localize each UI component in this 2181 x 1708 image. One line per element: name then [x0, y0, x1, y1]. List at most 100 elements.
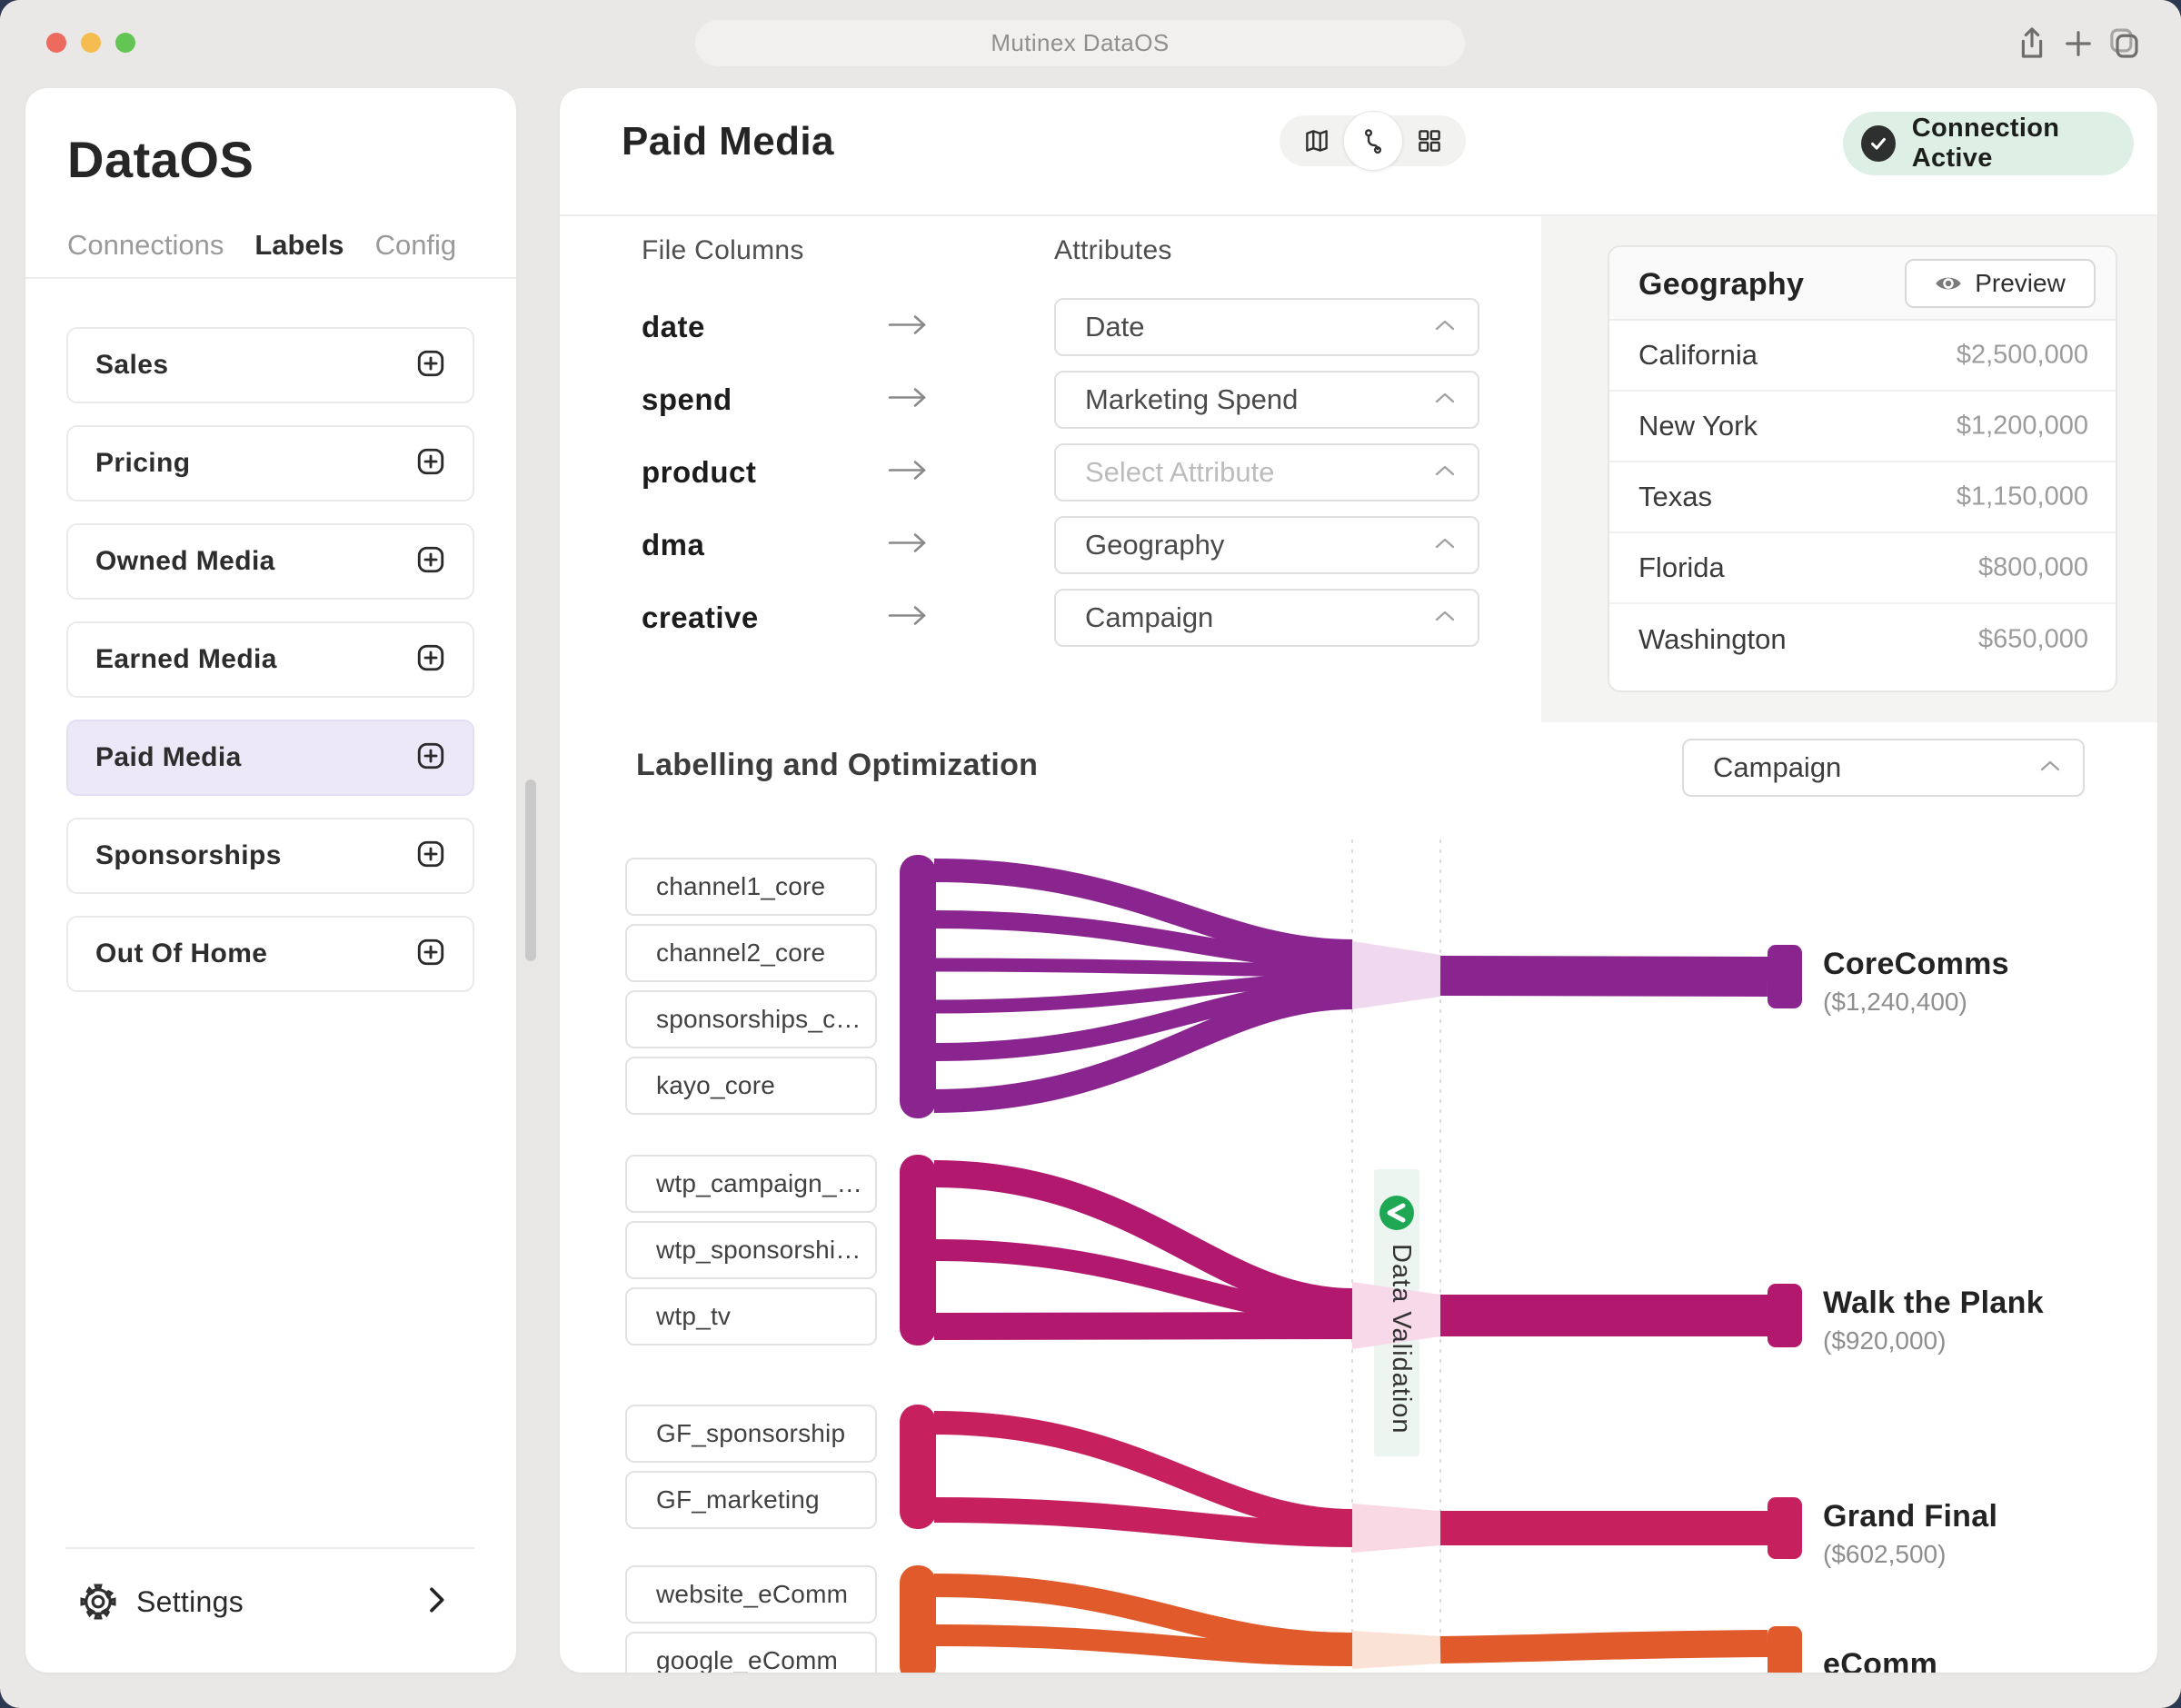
sidebar-item-owned-media[interactable]: Owned Media — [66, 523, 474, 600]
source-node-bar[interactable] — [900, 1155, 936, 1346]
sidebar: DataOS Connections Labels Config Sales P… — [25, 88, 516, 1673]
settings-divider — [65, 1547, 474, 1549]
sidebar-item-earned-media[interactable]: Earned Media — [66, 621, 474, 698]
map-view-icon[interactable] — [1303, 127, 1330, 154]
add-label-icon[interactable] — [414, 936, 447, 973]
sidebar-item-pricing[interactable]: Pricing — [66, 425, 474, 501]
preview-button[interactable]: Preview — [1905, 259, 2096, 308]
attribute-select[interactable]: Date — [1054, 298, 1479, 356]
source-chip[interactable]: google_eComm — [625, 1632, 877, 1673]
merged-flow[interactable] — [1440, 976, 1768, 977]
validation-merge-zone — [1352, 941, 1440, 1009]
sidebar-tabs: Connections Labels Config — [67, 229, 456, 262]
chevron-right-icon — [418, 1582, 454, 1623]
sidebar-item-paid-media[interactable]: Paid Media — [66, 720, 474, 796]
gear-icon — [78, 1582, 118, 1626]
target-label: eComm — [1823, 1647, 1937, 1673]
file-column-name: creative — [642, 601, 759, 635]
attribute-select[interactable]: Geography — [1054, 516, 1479, 574]
validation-merge-zone — [1352, 1631, 1440, 1669]
arrow-right-icon — [887, 531, 929, 560]
window-title: Mutinex DataOS — [695, 20, 1465, 66]
mapping-row: spend Marketing Spend — [560, 363, 1559, 436]
chevron-up-icon — [1434, 392, 1456, 409]
source-chip[interactable]: wtp_campaign_… — [625, 1155, 877, 1213]
arrow-right-icon — [887, 386, 929, 414]
attribute-select[interactable]: Campaign — [1054, 589, 1479, 647]
attribute-select[interactable]: Select Attribute — [1054, 443, 1479, 501]
geography-row: Florida $800,000 — [1609, 533, 2116, 604]
grid-view-icon[interactable] — [1416, 127, 1443, 154]
share-icon[interactable] — [2013, 25, 2051, 63]
settings-row[interactable]: Settings — [25, 1567, 516, 1636]
validation-check-icon[interactable] — [1379, 1196, 1414, 1230]
source-chip[interactable]: kayo_core — [625, 1057, 877, 1115]
file-column-name: spend — [642, 382, 732, 417]
attributes-header: Attributes — [1054, 235, 1172, 266]
chevron-up-icon — [1434, 464, 1456, 482]
tab-config[interactable]: Config — [375, 229, 457, 262]
zoom-window-button[interactable] — [115, 33, 135, 53]
close-window-button[interactable] — [46, 33, 66, 53]
target-node-bar[interactable] — [1768, 1626, 1802, 1673]
source-chip[interactable]: GF_sponsorship — [625, 1405, 877, 1463]
tab-overview-icon[interactable] — [2105, 25, 2143, 63]
add-label-icon[interactable] — [414, 838, 447, 875]
check-icon — [1861, 125, 1896, 162]
merged-flow[interactable] — [1440, 1643, 1768, 1650]
source-chip[interactable]: website_eComm — [625, 1565, 877, 1624]
sidebar-scrollbar-thumb[interactable] — [525, 780, 536, 961]
arrow-right-icon — [887, 604, 929, 632]
flow-view-icon[interactable] — [1359, 127, 1387, 154]
source-chip[interactable]: wtp_tv — [625, 1287, 877, 1346]
section-title: Labelling and Optimization — [636, 748, 1038, 783]
target-node-bar[interactable] — [1768, 1284, 1802, 1347]
add-label-icon[interactable] — [414, 641, 447, 679]
arrow-right-icon — [887, 459, 929, 487]
attribute-select[interactable]: Marketing Spend — [1054, 371, 1479, 429]
target-label: Walk the Plank ($920,000) — [1823, 1286, 2044, 1355]
source-node-bar[interactable] — [900, 855, 936, 1118]
add-label-icon[interactable] — [414, 445, 447, 482]
source-chip[interactable]: sponsorships_c… — [625, 990, 877, 1048]
sidebar-item-sales[interactable]: Sales — [66, 327, 474, 403]
geography-card: Geography Preview California $2,500,000 … — [1608, 245, 2117, 692]
flow-group-corecomms[interactable] — [934, 870, 1352, 1101]
geography-row: Texas $1,150,000 — [1609, 462, 2116, 533]
target-node-bar[interactable] — [1768, 1497, 1802, 1559]
add-label-icon[interactable] — [414, 740, 447, 777]
sidebar-item-sponsorships[interactable]: Sponsorships — [66, 818, 474, 894]
validation-merge-zone — [1352, 1504, 1440, 1553]
mapping-row: product Select Attribute — [560, 436, 1559, 509]
geography-card-header: Geography Preview — [1609, 247, 2116, 321]
add-label-icon[interactable] — [414, 543, 447, 581]
source-node-bar[interactable] — [900, 1565, 936, 1673]
sidebar-divider — [25, 277, 516, 279]
tab-connections[interactable]: Connections — [67, 229, 224, 262]
geography-row: California $2,500,000 — [1609, 321, 2116, 392]
app-window: Mutinex DataOS DataOS Connections Labels… — [0, 0, 2181, 1708]
geography-title: Geography — [1638, 267, 1804, 303]
mapping-row: dma Geography — [560, 509, 1559, 581]
source-chip[interactable]: wtp_sponsorshi… — [625, 1221, 877, 1279]
sidebar-item-out-of-home[interactable]: Out Of Home — [66, 916, 474, 992]
source-chip[interactable]: channel2_core — [625, 924, 877, 982]
source-chip[interactable]: channel1_core — [625, 858, 877, 916]
target-label: CoreComms ($1,240,400) — [1823, 947, 2009, 1017]
source-node-bar[interactable] — [900, 1405, 936, 1529]
new-tab-icon[interactable] — [2059, 25, 2097, 63]
chevron-up-icon — [1434, 610, 1456, 627]
target-node-bar[interactable] — [1768, 945, 1802, 1008]
flow-group-grand-final[interactable] — [934, 1423, 1352, 1534]
titlebar: Mutinex DataOS — [0, 0, 2181, 88]
chevron-up-icon — [1434, 319, 1456, 336]
flow-group-ecomm[interactable] — [934, 1585, 1352, 1655]
minimize-window-button[interactable] — [81, 33, 101, 53]
data-validation-label: Data Validation — [1379, 1244, 1416, 1444]
flow-group-walk-the-plank[interactable] — [934, 1174, 1352, 1326]
add-label-icon[interactable] — [414, 347, 447, 384]
source-chip[interactable]: GF_marketing — [625, 1471, 877, 1529]
campaign-dropdown[interactable]: Campaign — [1682, 739, 2085, 797]
tab-labels[interactable]: Labels — [254, 229, 344, 262]
app-logo-title: DataOS — [67, 130, 254, 189]
